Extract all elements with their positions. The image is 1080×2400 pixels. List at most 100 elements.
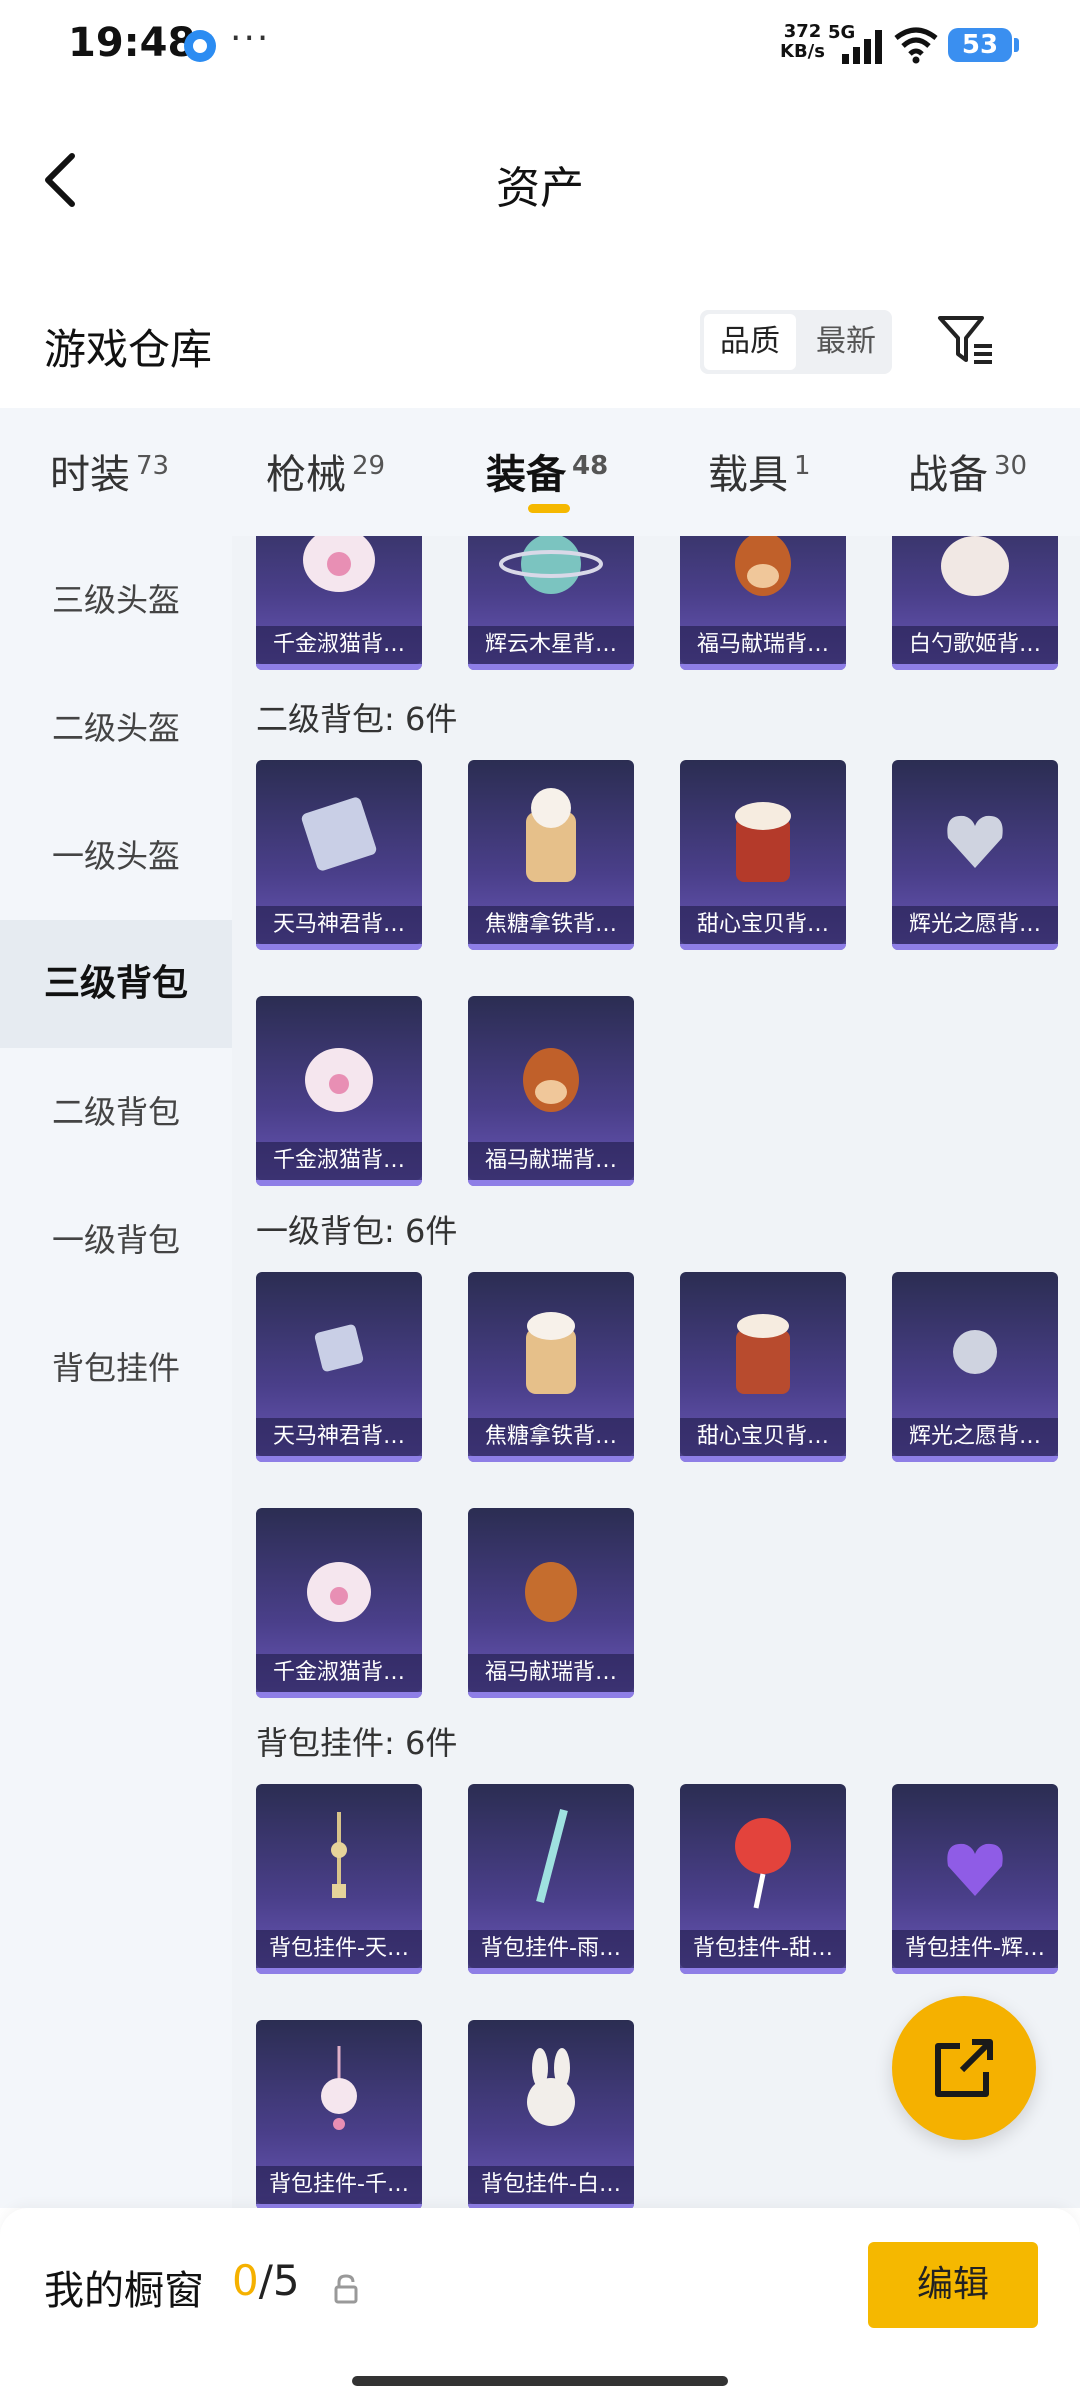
item-name: 背包挂件-雨… bbox=[468, 1930, 634, 1968]
tab-count: 30 bbox=[994, 450, 1028, 481]
item-card[interactable]: 焦糖拿铁背… bbox=[468, 1272, 634, 1462]
item-card[interactable]: 甜心宝贝背… bbox=[680, 1272, 846, 1462]
heart-gem-charm-icon bbox=[947, 1843, 1003, 1896]
scroll-backpack-icon bbox=[301, 797, 377, 871]
sidebar-item-backpack-lv1[interactable]: 一级背包 bbox=[0, 1176, 232, 1304]
item-card[interactable]: 福马献瑞背… bbox=[468, 996, 634, 1186]
filter-icon[interactable] bbox=[936, 312, 996, 368]
item-name: 白勺歌姬背… bbox=[892, 626, 1058, 664]
item-card[interactable]: 千金淑猫背… bbox=[256, 536, 422, 670]
item-card[interactable]: 千金淑猫背… bbox=[256, 996, 422, 1186]
item-card[interactable]: 甜心宝贝背… bbox=[680, 760, 846, 950]
sort-newest-button[interactable]: 最新 bbox=[800, 310, 892, 374]
horse-backpack-icon bbox=[735, 536, 791, 596]
sidebar-item-helmet-lv3[interactable]: 三级头盔 bbox=[0, 536, 232, 664]
network-speed: 372 KB/s bbox=[780, 22, 825, 62]
tab-label: 时装 bbox=[50, 452, 130, 498]
umbrella-charm-icon bbox=[536, 1808, 568, 1904]
tab-battle-gear[interactable]: 战备 30 bbox=[908, 442, 1027, 500]
item-card[interactable]: 辉光之愿背… bbox=[892, 1272, 1058, 1462]
horse-backpack-icon bbox=[525, 1562, 577, 1622]
item-card[interactable]: 背包挂件-雨… bbox=[468, 1784, 634, 1974]
cake-backpack-icon bbox=[735, 802, 791, 882]
item-card[interactable]: 白勺歌姬背… bbox=[892, 536, 1058, 670]
item-name: 辉光之愿背… bbox=[892, 1418, 1058, 1456]
item-card[interactable]: 背包挂件-天… bbox=[256, 1784, 422, 1974]
latte-backpack-icon bbox=[526, 1312, 576, 1394]
sidebar-item-backpack-lv2[interactable]: 二级背包 bbox=[0, 1048, 232, 1176]
home-indicator[interactable] bbox=[352, 2376, 728, 2386]
tab-label: 枪械 bbox=[266, 452, 346, 498]
item-card[interactable]: 背包挂件-甜… bbox=[680, 1784, 846, 1974]
item-card[interactable]: 焦糖拿铁背… bbox=[468, 760, 634, 950]
share-icon bbox=[935, 2039, 993, 2097]
sidebar-item-backpack-charms[interactable]: 背包挂件 bbox=[0, 1304, 232, 1432]
section-title: 二级背包: 6件 bbox=[256, 700, 458, 738]
item-name: 焦糖拿铁背… bbox=[468, 906, 634, 944]
sort-quality-button[interactable]: 品质 bbox=[704, 314, 796, 370]
item-card[interactable]: 天马神君背… bbox=[256, 1272, 422, 1462]
item-card[interactable]: 背包挂件-白… bbox=[468, 2020, 634, 2208]
cat-backpack-icon bbox=[305, 1048, 373, 1112]
category-tabs: 时装 73 枪械 29 装备 48 载具 1 战备 30 bbox=[0, 408, 1080, 536]
item-name: 千金淑猫背… bbox=[256, 1142, 422, 1180]
tab-vehicles[interactable]: 载具 1 bbox=[708, 442, 811, 500]
item-name: 背包挂件-千… bbox=[256, 2166, 422, 2204]
network-speed-value: 372 bbox=[783, 21, 822, 42]
cat-charm-icon bbox=[321, 2046, 357, 2130]
sidebar-item-helmet-lv1[interactable]: 一级头盔 bbox=[0, 792, 232, 920]
item-name: 福马献瑞背… bbox=[680, 626, 846, 664]
item-card[interactable]: 辉光之愿背… bbox=[892, 760, 1058, 950]
item-card[interactable]: 福马献瑞背… bbox=[468, 1508, 634, 1698]
horse-backpack-icon bbox=[523, 1048, 579, 1112]
warehouse-title: 游戏仓库 bbox=[44, 325, 213, 374]
section-title: 背包挂件: 6件 bbox=[256, 1724, 458, 1762]
battery-level: 53 bbox=[961, 30, 999, 60]
signal-icon bbox=[842, 30, 882, 64]
status-time: 19:48 bbox=[68, 20, 196, 66]
lollipop-charm-icon bbox=[735, 1818, 791, 1909]
item-card[interactable]: 背包挂件-千… bbox=[256, 2020, 422, 2208]
tab-label: 战备 bbox=[908, 452, 988, 498]
item-card[interactable]: 千金淑猫背… bbox=[256, 1508, 422, 1698]
item-name: 辉光之愿背… bbox=[892, 906, 1058, 944]
sort-toggle: 品质 最新 bbox=[700, 310, 892, 374]
item-card[interactable]: 福马献瑞背… bbox=[680, 536, 846, 670]
sidebar-item-backpack-lv3[interactable]: 三级背包 bbox=[0, 920, 232, 1048]
more-notifications-icon: ··· bbox=[230, 18, 271, 59]
tab-fashion[interactable]: 时装 73 bbox=[50, 442, 169, 500]
share-button[interactable] bbox=[892, 1996, 1036, 2140]
showcase-count: 0/5 bbox=[232, 2256, 300, 2305]
tab-equipment[interactable]: 装备 48 bbox=[486, 442, 608, 500]
cat-backpack-icon bbox=[303, 536, 375, 592]
tab-count: 1 bbox=[794, 450, 811, 481]
sidebar-item-helmet-lv2[interactable]: 二级头盔 bbox=[0, 664, 232, 792]
lock-icon bbox=[334, 2274, 358, 2304]
charm-icon bbox=[331, 1812, 347, 1898]
item-name: 甜心宝贝背… bbox=[680, 906, 846, 944]
item-name: 背包挂件-白… bbox=[468, 2166, 634, 2204]
battery-icon: 53 bbox=[948, 28, 1019, 62]
item-grid: 千金淑猫背… 辉云木星背… 福马献瑞背… 白勺歌姬背… 二级背包: 6件 天马神… bbox=[232, 536, 1080, 2208]
status-bar: 19:48 ··· 372 KB/s 5G 53 bbox=[0, 0, 1080, 90]
cat-backpack-icon bbox=[307, 1562, 371, 1622]
nav-bar: 资产 bbox=[0, 120, 1080, 240]
tab-guns[interactable]: 枪械 29 bbox=[266, 442, 385, 500]
item-name: 福马献瑞背… bbox=[468, 1142, 634, 1180]
item-card[interactable]: 辉云木星背… bbox=[468, 536, 634, 670]
heart-backpack-icon bbox=[953, 1330, 997, 1374]
item-card[interactable]: 背包挂件-辉… bbox=[892, 1784, 1058, 1974]
heart-backpack-icon bbox=[947, 815, 1003, 868]
tab-count: 48 bbox=[572, 450, 609, 481]
tab-label: 载具 bbox=[708, 452, 788, 498]
bunny-backpack-icon bbox=[941, 536, 1009, 596]
edit-button[interactable]: 编辑 bbox=[868, 2242, 1038, 2328]
item-name: 天马神君背… bbox=[256, 906, 422, 944]
item-card[interactable]: 天马神君背… bbox=[256, 760, 422, 950]
tab-label: 装备 bbox=[486, 452, 566, 498]
item-name: 背包挂件-辉… bbox=[892, 1930, 1058, 1968]
item-name: 千金淑猫背… bbox=[256, 1654, 422, 1692]
item-name: 背包挂件-甜… bbox=[680, 1930, 846, 1968]
network-speed-unit: KB/s bbox=[780, 41, 825, 62]
sidebar: 三级头盔 二级头盔 一级头盔 三级背包 二级背包 一级背包 背包挂件 bbox=[0, 536, 232, 2208]
